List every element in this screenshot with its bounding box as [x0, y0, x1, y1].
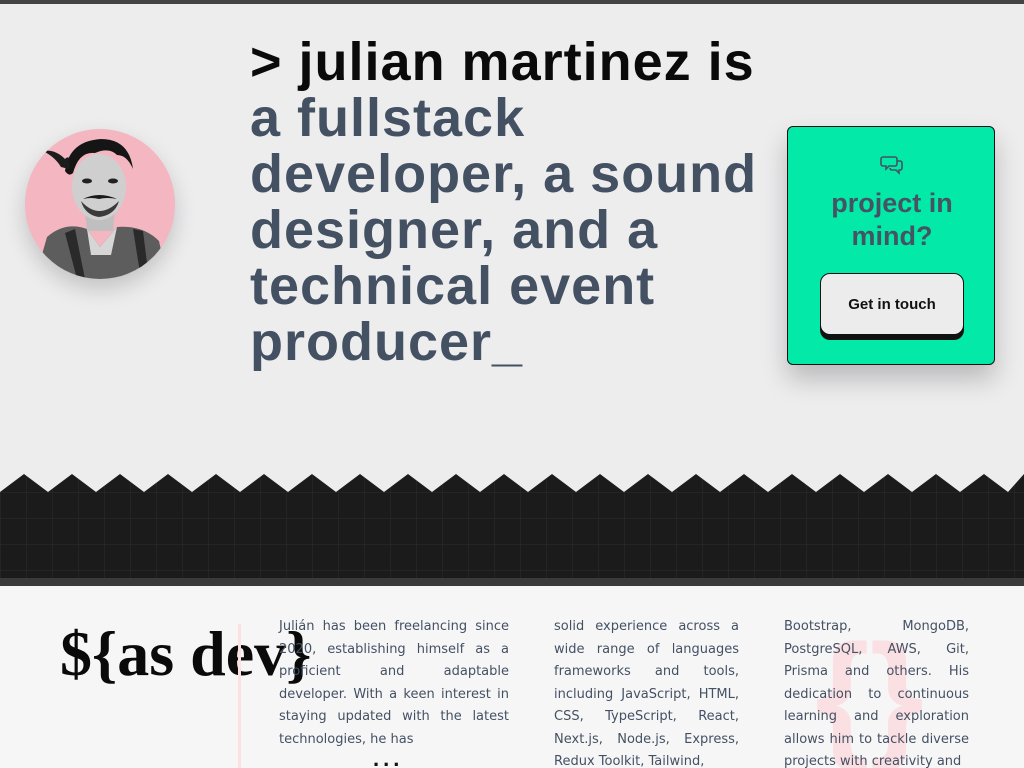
about-paragraph-2: solid experience across a wide range of … — [554, 619, 739, 768]
read-more-ellipsis[interactable]: ... — [373, 746, 403, 768]
zigzag-grid-graphic — [0, 466, 1024, 586]
get-in-touch-button[interactable]: Get in touch — [820, 273, 964, 335]
hero-headline: > julian martinez is a fullstack develop… — [250, 34, 770, 370]
headline-name: > julian martinez is — [250, 32, 755, 92]
about-heading: ${as dev} — [60, 618, 312, 689]
headline-roles: a fullstack developer, a sound designer,… — [250, 88, 758, 372]
avatar — [25, 129, 175, 279]
hero-section: > julian martinez is a fullstack develop… — [0, 4, 1024, 474]
contact-card-title: project in mind? — [831, 188, 953, 251]
about-paragraph-1: Julián has been freelancing since 2020, … — [279, 619, 509, 747]
about-section: ${as dev} {} Julián has been freelancing… — [0, 586, 1024, 768]
contact-card: project in mind? Get in touch — [787, 126, 995, 365]
portrait-image — [25, 129, 175, 279]
about-paragraph-3: Bootstrap, MongoDB, PostgreSQL, AWS, Git… — [784, 619, 969, 768]
zigzag-divider-band — [0, 466, 1024, 586]
chat-bubbles-icon — [880, 153, 904, 177]
accent-divider — [238, 624, 241, 768]
